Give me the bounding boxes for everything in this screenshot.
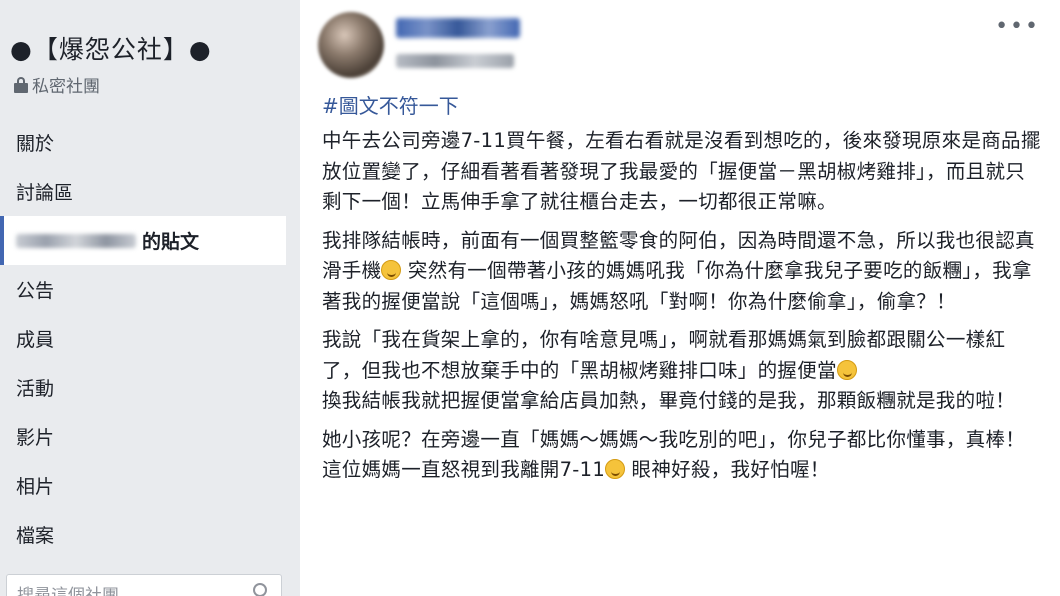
nav-item-about[interactable]: 關於 xyxy=(0,118,300,167)
post-paragraph: 她小孩呢？在旁邊一直「媽媽～媽媽～我吃別的吧」，你兒子都比你懂事，真棒！這位媽媽… xyxy=(322,427,1026,482)
nav-item-member-posts[interactable]: 的貼文 xyxy=(0,216,286,265)
nav-item-discussion[interactable]: 討論區 xyxy=(0,167,300,216)
privacy-text: 私密社團 xyxy=(32,77,100,97)
group-name[interactable]: ●【爆怨公社】● xyxy=(10,30,212,66)
search-icon xyxy=(253,583,267,596)
group-search-input[interactable]: 搜尋這個社團 xyxy=(6,574,282,596)
nav-item-files[interactable]: 檔案 xyxy=(0,510,300,559)
post-hashtag[interactable]: #圖文不符一下 xyxy=(322,90,459,119)
privacy-label: 私密社團 xyxy=(14,72,100,97)
post-paragraph: 中午去公司旁邊7-11買午餐，左看右看就是沒看到想吃的，後來發現原來是商品擺放位… xyxy=(322,129,1041,213)
more-options-icon[interactable]: ••• xyxy=(995,14,1040,39)
laughing-emoji-icon xyxy=(836,359,857,380)
group-nav: 關於 討論區 的貼文 公告 成員 活動 影片 相片 檔案 xyxy=(0,118,300,559)
author-avatar[interactable] xyxy=(318,12,384,78)
grinning-emoji-icon xyxy=(381,260,402,280)
smiling-emoji-icon xyxy=(605,459,626,479)
nav-item-members[interactable]: 成員 xyxy=(0,314,300,363)
nav-item-videos[interactable]: 影片 xyxy=(0,412,300,461)
blurred-author-name[interactable] xyxy=(396,18,520,38)
post-paragraph: 我排隊結帳時，前面有一個買整籃零食的阿伯，因為時間還不急，所以我也很認真滑手機 … xyxy=(322,228,1035,313)
post-body: 中午去公司旁邊7-11買午餐，左看右看就是沒看到想吃的，後來發現原來是商品擺放位… xyxy=(322,126,1042,494)
group-sidebar: ●【爆怨公社】● 私密社團 關於 討論區 的貼文 公告 成員 活動 影片 相片 … xyxy=(0,0,300,596)
post-card: ••• #圖文不符一下 中午去公司旁邊7-11買午餐，左看右看就是沒看到想吃的，… xyxy=(300,0,1060,596)
post-paragraph: 我說「我在貨架上拿的，你有啥意見嗎」，啊就看那媽媽氣到臉都跟關公一樣紅了，但我也… xyxy=(322,328,1016,412)
blurred-timestamp[interactable] xyxy=(396,54,514,68)
nav-item-photos[interactable]: 相片 xyxy=(0,461,300,510)
nav-item-events[interactable]: 活動 xyxy=(0,363,300,412)
blurred-member-name xyxy=(16,233,136,248)
nav-item-announcements[interactable]: 公告 xyxy=(0,265,300,314)
lock-icon xyxy=(14,76,28,93)
